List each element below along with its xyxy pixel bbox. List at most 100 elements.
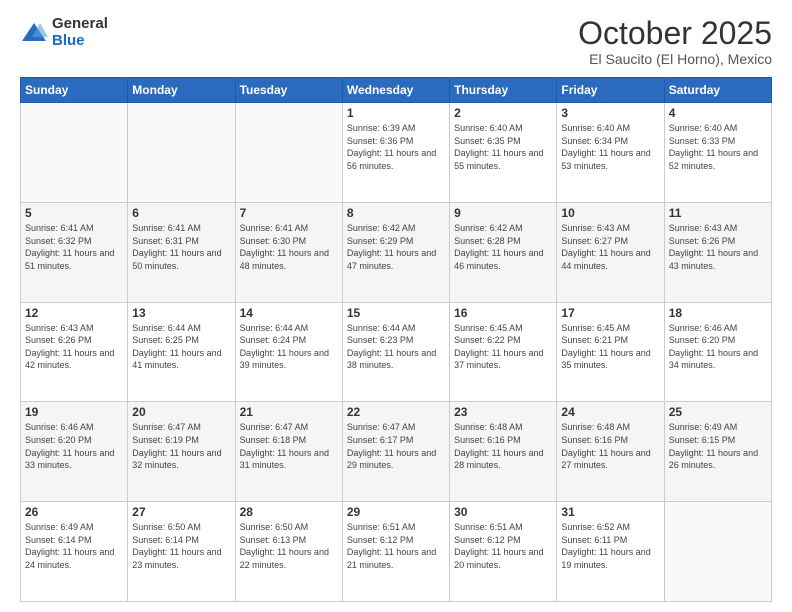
day-number: 14	[240, 306, 338, 320]
header-friday: Friday	[557, 78, 664, 103]
day-number: 31	[561, 505, 659, 519]
table-row: 21 Sunrise: 6:47 AMSunset: 6:18 PMDaylig…	[235, 402, 342, 502]
day-info: Sunrise: 6:47 AMSunset: 6:17 PMDaylight:…	[347, 422, 436, 470]
day-info: Sunrise: 6:47 AMSunset: 6:18 PMDaylight:…	[240, 422, 329, 470]
day-number: 23	[454, 405, 552, 419]
logo-general-label: General	[52, 16, 108, 33]
day-number: 22	[347, 405, 445, 419]
day-number: 10	[561, 206, 659, 220]
day-number: 15	[347, 306, 445, 320]
day-number: 4	[669, 106, 767, 120]
table-row: 29 Sunrise: 6:51 AMSunset: 6:12 PMDaylig…	[342, 502, 449, 602]
day-info: Sunrise: 6:41 AMSunset: 6:32 PMDaylight:…	[25, 223, 114, 271]
day-number: 12	[25, 306, 123, 320]
day-info: Sunrise: 6:42 AMSunset: 6:28 PMDaylight:…	[454, 223, 543, 271]
table-row: 24 Sunrise: 6:48 AMSunset: 6:16 PMDaylig…	[557, 402, 664, 502]
table-row: 11 Sunrise: 6:43 AMSunset: 6:26 PMDaylig…	[664, 202, 771, 302]
day-info: Sunrise: 6:39 AMSunset: 6:36 PMDaylight:…	[347, 123, 436, 171]
table-row: 14 Sunrise: 6:44 AMSunset: 6:24 PMDaylig…	[235, 302, 342, 402]
day-info: Sunrise: 6:43 AMSunset: 6:27 PMDaylight:…	[561, 223, 650, 271]
day-info: Sunrise: 6:44 AMSunset: 6:23 PMDaylight:…	[347, 323, 436, 371]
logo-blue-label: Blue	[52, 33, 108, 50]
day-info: Sunrise: 6:48 AMSunset: 6:16 PMDaylight:…	[454, 422, 543, 470]
header-wednesday: Wednesday	[342, 78, 449, 103]
title-block: October 2025 El Saucito (El Horno), Mexi…	[578, 16, 772, 67]
month-title: October 2025	[578, 16, 772, 51]
logo-text: General Blue	[52, 16, 108, 49]
day-number: 9	[454, 206, 552, 220]
day-info: Sunrise: 6:41 AMSunset: 6:30 PMDaylight:…	[240, 223, 329, 271]
day-number: 27	[132, 505, 230, 519]
day-info: Sunrise: 6:50 AMSunset: 6:14 PMDaylight:…	[132, 522, 221, 570]
day-number: 30	[454, 505, 552, 519]
day-number: 11	[669, 206, 767, 220]
day-info: Sunrise: 6:43 AMSunset: 6:26 PMDaylight:…	[25, 323, 114, 371]
table-row: 19 Sunrise: 6:46 AMSunset: 6:20 PMDaylig…	[21, 402, 128, 502]
day-info: Sunrise: 6:40 AMSunset: 6:34 PMDaylight:…	[561, 123, 650, 171]
table-row: 3 Sunrise: 6:40 AMSunset: 6:34 PMDayligh…	[557, 103, 664, 203]
day-info: Sunrise: 6:45 AMSunset: 6:22 PMDaylight:…	[454, 323, 543, 371]
day-info: Sunrise: 6:46 AMSunset: 6:20 PMDaylight:…	[669, 323, 758, 371]
table-row: 26 Sunrise: 6:49 AMSunset: 6:14 PMDaylig…	[21, 502, 128, 602]
day-number: 20	[132, 405, 230, 419]
day-number: 17	[561, 306, 659, 320]
table-row: 28 Sunrise: 6:50 AMSunset: 6:13 PMDaylig…	[235, 502, 342, 602]
table-row: 13 Sunrise: 6:44 AMSunset: 6:25 PMDaylig…	[128, 302, 235, 402]
header-thursday: Thursday	[450, 78, 557, 103]
day-info: Sunrise: 6:40 AMSunset: 6:35 PMDaylight:…	[454, 123, 543, 171]
day-number: 3	[561, 106, 659, 120]
day-info: Sunrise: 6:50 AMSunset: 6:13 PMDaylight:…	[240, 522, 329, 570]
day-info: Sunrise: 6:48 AMSunset: 6:16 PMDaylight:…	[561, 422, 650, 470]
table-row: 17 Sunrise: 6:45 AMSunset: 6:21 PMDaylig…	[557, 302, 664, 402]
table-row: 23 Sunrise: 6:48 AMSunset: 6:16 PMDaylig…	[450, 402, 557, 502]
day-info: Sunrise: 6:47 AMSunset: 6:19 PMDaylight:…	[132, 422, 221, 470]
table-row: 8 Sunrise: 6:42 AMSunset: 6:29 PMDayligh…	[342, 202, 449, 302]
day-number: 24	[561, 405, 659, 419]
day-number: 13	[132, 306, 230, 320]
day-number: 7	[240, 206, 338, 220]
header: General Blue October 2025 El Saucito (El…	[20, 16, 772, 67]
calendar-header-row: Sunday Monday Tuesday Wednesday Thursday…	[21, 78, 772, 103]
table-row: 9 Sunrise: 6:42 AMSunset: 6:28 PMDayligh…	[450, 202, 557, 302]
table-row: 31 Sunrise: 6:52 AMSunset: 6:11 PMDaylig…	[557, 502, 664, 602]
location: El Saucito (El Horno), Mexico	[578, 51, 772, 67]
day-info: Sunrise: 6:44 AMSunset: 6:24 PMDaylight:…	[240, 323, 329, 371]
table-row: 18 Sunrise: 6:46 AMSunset: 6:20 PMDaylig…	[664, 302, 771, 402]
page: General Blue October 2025 El Saucito (El…	[0, 0, 792, 612]
day-number: 26	[25, 505, 123, 519]
day-info: Sunrise: 6:41 AMSunset: 6:31 PMDaylight:…	[132, 223, 221, 271]
day-info: Sunrise: 6:51 AMSunset: 6:12 PMDaylight:…	[454, 522, 543, 570]
day-number: 21	[240, 405, 338, 419]
table-row: 7 Sunrise: 6:41 AMSunset: 6:30 PMDayligh…	[235, 202, 342, 302]
day-info: Sunrise: 6:42 AMSunset: 6:29 PMDaylight:…	[347, 223, 436, 271]
day-number: 16	[454, 306, 552, 320]
table-row: 20 Sunrise: 6:47 AMSunset: 6:19 PMDaylig…	[128, 402, 235, 502]
day-number: 6	[132, 206, 230, 220]
day-number: 28	[240, 505, 338, 519]
table-row: 6 Sunrise: 6:41 AMSunset: 6:31 PMDayligh…	[128, 202, 235, 302]
header-saturday: Saturday	[664, 78, 771, 103]
table-row	[128, 103, 235, 203]
table-row: 16 Sunrise: 6:45 AMSunset: 6:22 PMDaylig…	[450, 302, 557, 402]
calendar-week-row: 5 Sunrise: 6:41 AMSunset: 6:32 PMDayligh…	[21, 202, 772, 302]
calendar-week-row: 1 Sunrise: 6:39 AMSunset: 6:36 PMDayligh…	[21, 103, 772, 203]
table-row: 10 Sunrise: 6:43 AMSunset: 6:27 PMDaylig…	[557, 202, 664, 302]
day-number: 18	[669, 306, 767, 320]
table-row: 4 Sunrise: 6:40 AMSunset: 6:33 PMDayligh…	[664, 103, 771, 203]
day-info: Sunrise: 6:43 AMSunset: 6:26 PMDaylight:…	[669, 223, 758, 271]
day-info: Sunrise: 6:52 AMSunset: 6:11 PMDaylight:…	[561, 522, 650, 570]
table-row: 2 Sunrise: 6:40 AMSunset: 6:35 PMDayligh…	[450, 103, 557, 203]
day-number: 19	[25, 405, 123, 419]
day-info: Sunrise: 6:40 AMSunset: 6:33 PMDaylight:…	[669, 123, 758, 171]
table-row	[664, 502, 771, 602]
day-info: Sunrise: 6:46 AMSunset: 6:20 PMDaylight:…	[25, 422, 114, 470]
table-row	[235, 103, 342, 203]
day-info: Sunrise: 6:45 AMSunset: 6:21 PMDaylight:…	[561, 323, 650, 371]
calendar-week-row: 26 Sunrise: 6:49 AMSunset: 6:14 PMDaylig…	[21, 502, 772, 602]
header-sunday: Sunday	[21, 78, 128, 103]
day-number: 25	[669, 405, 767, 419]
calendar-table: Sunday Monday Tuesday Wednesday Thursday…	[20, 77, 772, 602]
day-number: 29	[347, 505, 445, 519]
day-info: Sunrise: 6:51 AMSunset: 6:12 PMDaylight:…	[347, 522, 436, 570]
logo-icon	[20, 19, 48, 47]
